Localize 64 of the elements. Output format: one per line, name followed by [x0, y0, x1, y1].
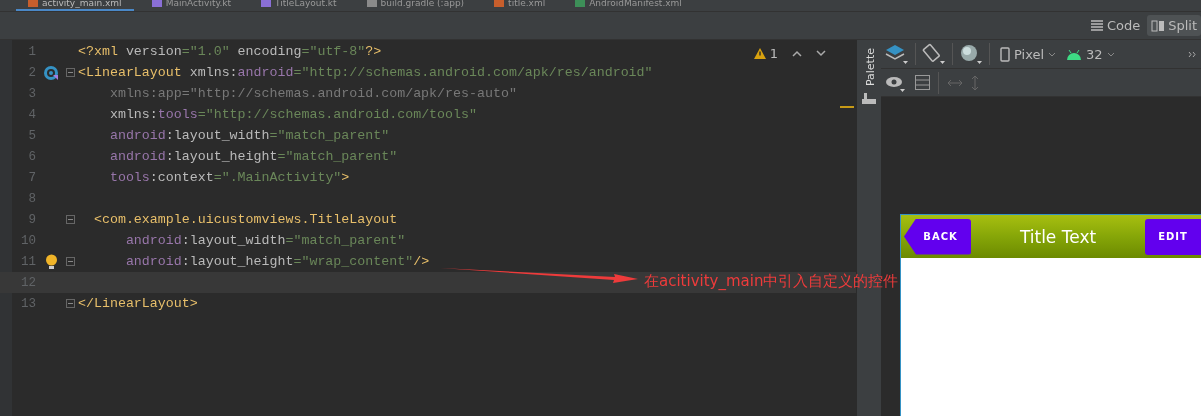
file-tab[interactable]: TitleLayout.kt	[249, 0, 349, 11]
edit-button[interactable]: EDIT	[1145, 218, 1201, 255]
file-tab[interactable]: AndroidManifest.xml	[563, 0, 694, 11]
code-line: </LinearLayout>	[78, 296, 198, 311]
chevron-icon	[1106, 51, 1115, 57]
layers-icon[interactable]	[885, 43, 909, 65]
code-line: android:layout_height="match_parent"	[108, 149, 398, 164]
line-number: 1	[27, 44, 36, 59]
line-number: 13	[20, 296, 36, 311]
palette-icon[interactable]	[862, 92, 876, 105]
lines-icon	[1089, 19, 1104, 32]
palette-tab[interactable]: Palette	[863, 48, 875, 87]
annotation-text: 在acitivity_main中引入自定义的控件	[644, 272, 899, 291]
android-icon	[1066, 48, 1083, 60]
line-number: 6	[27, 149, 36, 164]
line-number: 10	[20, 233, 36, 248]
previous-icon[interactable]	[792, 50, 802, 57]
view-mode-button[interactable]: Split	[1147, 15, 1201, 36]
back-button[interactable]: BACK	[904, 218, 971, 255]
theme-icon[interactable]	[959, 43, 983, 65]
split-icon	[1151, 19, 1166, 32]
fold-icon[interactable]	[66, 215, 75, 224]
file-icon	[151, 0, 162, 7]
api-dropdown[interactable]: 32	[1066, 46, 1115, 62]
more-icon[interactable]	[1188, 50, 1197, 58]
file-tab[interactable]: title.xml	[482, 0, 558, 11]
phone-icon	[1000, 46, 1010, 62]
code-line: android:layout_width="match_parent"	[124, 233, 406, 248]
code-line: xmlns:tools="http://schemas.android.com/tools"	[108, 107, 477, 122]
title-text: Title Text	[1018, 226, 1098, 247]
rotate-icon[interactable]	[922, 43, 946, 65]
line-number: 5	[27, 128, 36, 143]
file-tab[interactable]: MainActivity.kt	[139, 0, 244, 11]
file-tab[interactable]: build.gradle (:app)	[354, 0, 477, 11]
fold-icon[interactable]	[66, 257, 75, 266]
view-mode-button[interactable]: Code	[1085, 15, 1145, 36]
lightbulb-icon[interactable]	[44, 253, 58, 270]
code-line: xmlns:app="http://schemas.android.com/apk/res-auto"	[108, 86, 517, 101]
next-icon[interactable]	[816, 50, 826, 57]
line-number: 2	[27, 65, 36, 80]
file-icon	[261, 0, 272, 7]
chevron-icon	[1048, 51, 1057, 57]
code-line: android:layout_width="match_parent"	[108, 128, 390, 143]
line-number: 3	[27, 86, 36, 101]
blueprint-icon[interactable]	[915, 75, 930, 90]
file-icon	[28, 0, 38, 7]
activity-gutter-icon[interactable]	[43, 64, 59, 81]
code-line: tools:context=".MainActivity">	[108, 170, 350, 185]
fold-icon[interactable]	[66, 299, 75, 308]
code-line: <com.example.uicustomviews.TitleLayout	[92, 212, 398, 227]
device-dropdown[interactable]: Pixel	[1000, 46, 1057, 62]
file-icon	[575, 0, 586, 7]
line-number: 8	[27, 191, 36, 206]
line-number: 7	[27, 170, 36, 185]
line-number: 4	[27, 107, 36, 122]
fold-icon[interactable]	[66, 68, 75, 77]
line-number: 11	[20, 254, 36, 269]
code-line: <LinearLayout xmlns:android="http://schemas.android.com/apk/res/android"	[78, 65, 653, 80]
warning-count[interactable]: 1	[753, 46, 778, 61]
code-line: <?xml version="1.0" encoding="utf-8"?>	[78, 44, 382, 59]
line-number: 9	[27, 212, 36, 227]
file-icon	[494, 0, 505, 7]
file-icon	[366, 0, 377, 7]
code-line: android:layout_height="wrap_content"/>	[124, 254, 430, 269]
